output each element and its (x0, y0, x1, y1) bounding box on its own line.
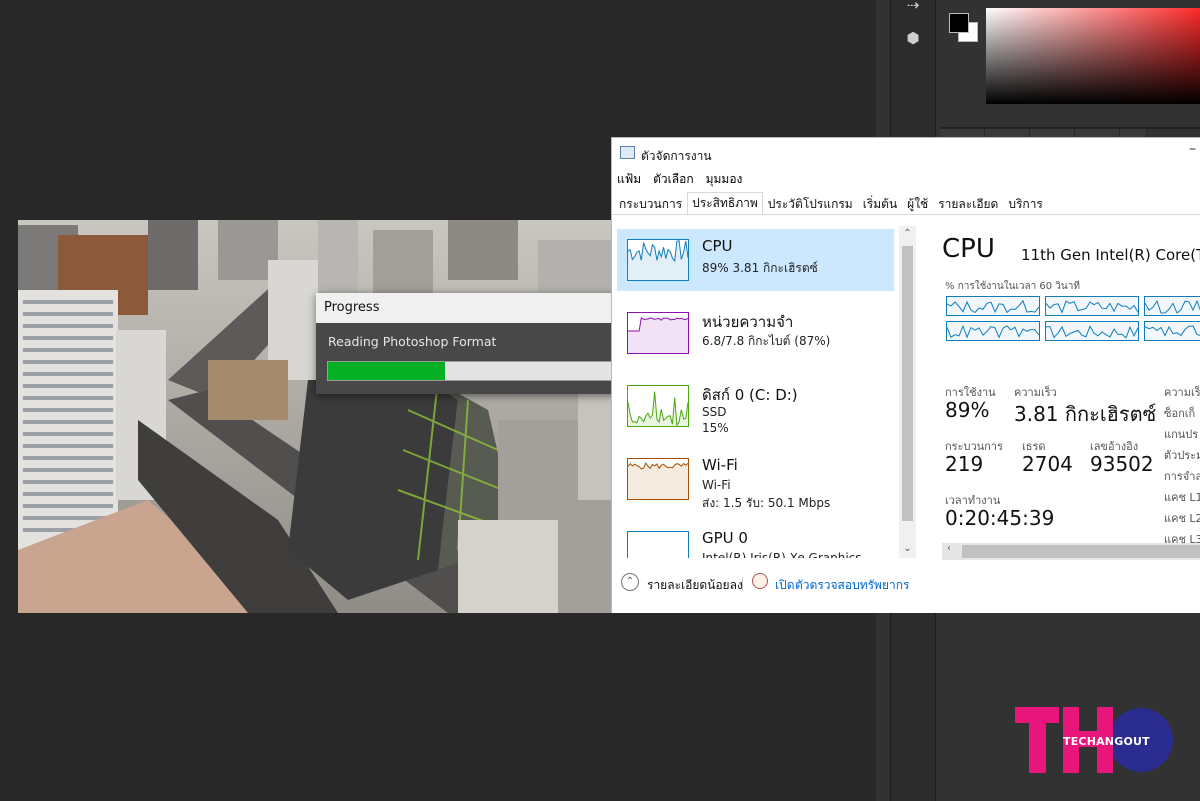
cpu-info-label: ซ็อกเก็ (1164, 407, 1196, 420)
cpu-info-label: แกนปร (1164, 428, 1199, 441)
processes-value: 219 (945, 452, 984, 476)
resource-name: หน่วยความจำ (702, 313, 794, 331)
color-swatches[interactable] (948, 12, 980, 44)
tab-bar: กระบวนการ ประสิทธิภาพ ประวัติโปรแกรม เริ่มต… (612, 192, 1200, 215)
tab-4[interactable]: ผู้ใช้ (902, 193, 933, 214)
color-picker-field[interactable] (986, 8, 1200, 104)
task-manager-app-icon (620, 146, 635, 159)
cpu-info-label: ความเร็ (1164, 386, 1200, 399)
footer-separator (742, 577, 743, 591)
menu-item-2[interactable]: มุมมอง (706, 168, 743, 190)
task-manager-footer: ⌃ รายละเอียดน้อยลง เปิด ตัวตรวจสอบทรัพยา… (612, 570, 1200, 600)
logo-text: TECHANGOUT (1063, 735, 1150, 748)
scrollbar-thumb[interactable] (962, 545, 1200, 558)
chevron-up-icon[interactable]: ⌃ (621, 573, 639, 591)
resource-line1: Intel(R) Iris(R) Xe Graphics (702, 551, 862, 558)
fewer-details-button[interactable]: รายละเอียดน้อยลง (647, 576, 743, 595)
progress-dialog-title: Progress (316, 293, 616, 323)
menu-item-0[interactable]: แฟ้ม (617, 168, 641, 190)
resource-item-3[interactable]: Wi-Fi Wi-Fi ส่ง: 1.5 รับ: 50.1 Mbps (617, 448, 894, 510)
core-graph (946, 296, 1040, 316)
detail-title: CPU (942, 234, 995, 264)
cpu-model-name: 11th Gen Intel(R) Core(T (1021, 246, 1200, 264)
resource-line1: Wi-Fi (702, 478, 731, 492)
resource-line1: 89% 3.81 กิกะเฮิรตซ์ (702, 261, 818, 275)
resource-line1: 6.8/7.8 กิกะไบต์ (87%) (702, 334, 831, 348)
cpu-detail-panel: CPU 11th Gen Intel(R) Core(T % การใช้งาน… (922, 226, 1200, 560)
cpu-info-label: แคช L2 (1164, 512, 1200, 525)
speed-value: 3.81 กิกะเฮิรตซ์ (1014, 402, 1157, 426)
uptime-value: 0:20:45:39 (945, 506, 1055, 530)
tab-2[interactable]: ประวัติโปรแกรม (763, 193, 858, 214)
cpu-info-label: ตัวประม (1164, 449, 1200, 462)
scroll-up-icon[interactable]: ⌃ (899, 228, 916, 239)
resource-line2: 15% (702, 421, 729, 435)
resource-name: GPU 0 (702, 529, 748, 547)
task-manager-titlebar[interactable]: ตัวจัดการงาน – (612, 138, 1200, 168)
resource-item-0[interactable]: CPU 89% 3.81 กิกะเฮิรตซ์ (617, 229, 894, 291)
tab-6[interactable]: บริการ (1003, 193, 1048, 214)
core-graph (1144, 321, 1200, 341)
resource-list: CPU 89% 3.81 กิกะเฮิรตซ์หน่วยความจำ 6.8/7.… (612, 226, 898, 558)
tab-3[interactable]: เริ่มต้น (858, 193, 902, 214)
window-title: ตัวจัดการงาน (641, 149, 712, 163)
tab-0[interactable]: กระบวนการ (614, 193, 687, 214)
utilization-value: 89% (945, 398, 990, 422)
canvas-image (18, 220, 630, 613)
progress-dialog: Progress Reading Photoshop Format (316, 293, 629, 394)
cpu-info-label: การจำล (1164, 470, 1200, 483)
resource-line1: SSD (702, 405, 727, 419)
scroll-down-icon[interactable]: ⌄ (899, 543, 916, 554)
resource-thumbnail-graph (627, 239, 689, 281)
detail-horizontal-scrollbar[interactable]: ‹ (942, 543, 1200, 560)
core-graph (946, 321, 1040, 341)
resource-monitor-icon (752, 573, 768, 589)
handles-value: 93502 (1090, 452, 1154, 476)
core-graph (1045, 296, 1139, 316)
resource-name: CPU (702, 237, 733, 255)
foreground-color-swatch[interactable] (949, 13, 969, 33)
resource-name: ดิสก์ 0 (C: D:) (702, 386, 798, 404)
core-graph (1144, 296, 1200, 316)
resource-name: Wi-Fi (702, 456, 738, 474)
resource-item-4[interactable]: GPU 0Intel(R) Iris(R) Xe Graphics1% (617, 521, 894, 558)
resource-thumbnail-graph (627, 531, 689, 558)
resource-item-2[interactable]: ดิสก์ 0 (C: D:) SSD 15% (617, 375, 894, 437)
minimize-icon[interactable]: – (1189, 141, 1196, 157)
tab-1[interactable]: ประสิทธิภาพ (687, 192, 763, 214)
open-prefix[interactable]: เปิด (775, 576, 795, 595)
tab-5[interactable]: รายละเอียด (933, 193, 1003, 214)
cpu-info-label: แคช L1 (1164, 491, 1200, 504)
resource-thumbnail-graph (627, 385, 689, 427)
progress-bar (327, 361, 629, 381)
scrollbar-thumb[interactable] (902, 246, 913, 521)
move-tool-icon[interactable]: ⇢ (899, 0, 927, 13)
resource-thumbnail-graph (627, 458, 689, 500)
threads-value: 2704 (1022, 452, 1073, 476)
menu-bar: แฟ้ม ตัวเลือก มุมมอง (612, 168, 1200, 190)
task-manager-window: ตัวจัดการงาน – แฟ้ม ตัวเลือก มุมมอง กระบวน… (611, 137, 1200, 613)
resource-item-1[interactable]: หน่วยความจำ 6.8/7.8 กิกะไบต์ (87%) (617, 302, 894, 364)
resource-line2: ส่ง: 1.5 รับ: 50.1 Mbps (702, 496, 831, 510)
menu-item-1[interactable]: ตัวเลือก (653, 168, 693, 190)
progress-bar-fill (328, 362, 445, 380)
progress-status-text: Reading Photoshop Format (328, 334, 497, 349)
resource-thumbnail-graph (627, 312, 689, 354)
core-graph (1045, 321, 1139, 341)
3d-tool-icon[interactable]: ⬢ (899, 24, 927, 52)
cpu-graph-label: % การใช้งานในเวลา 60 วินาที (945, 281, 1080, 292)
open-resource-monitor-link[interactable]: ตัวตรวจสอบทรัพยากร (795, 576, 909, 595)
scroll-left-icon[interactable]: ‹ (942, 543, 956, 554)
resource-list-scrollbar[interactable]: ⌃ ⌄ (899, 226, 916, 558)
